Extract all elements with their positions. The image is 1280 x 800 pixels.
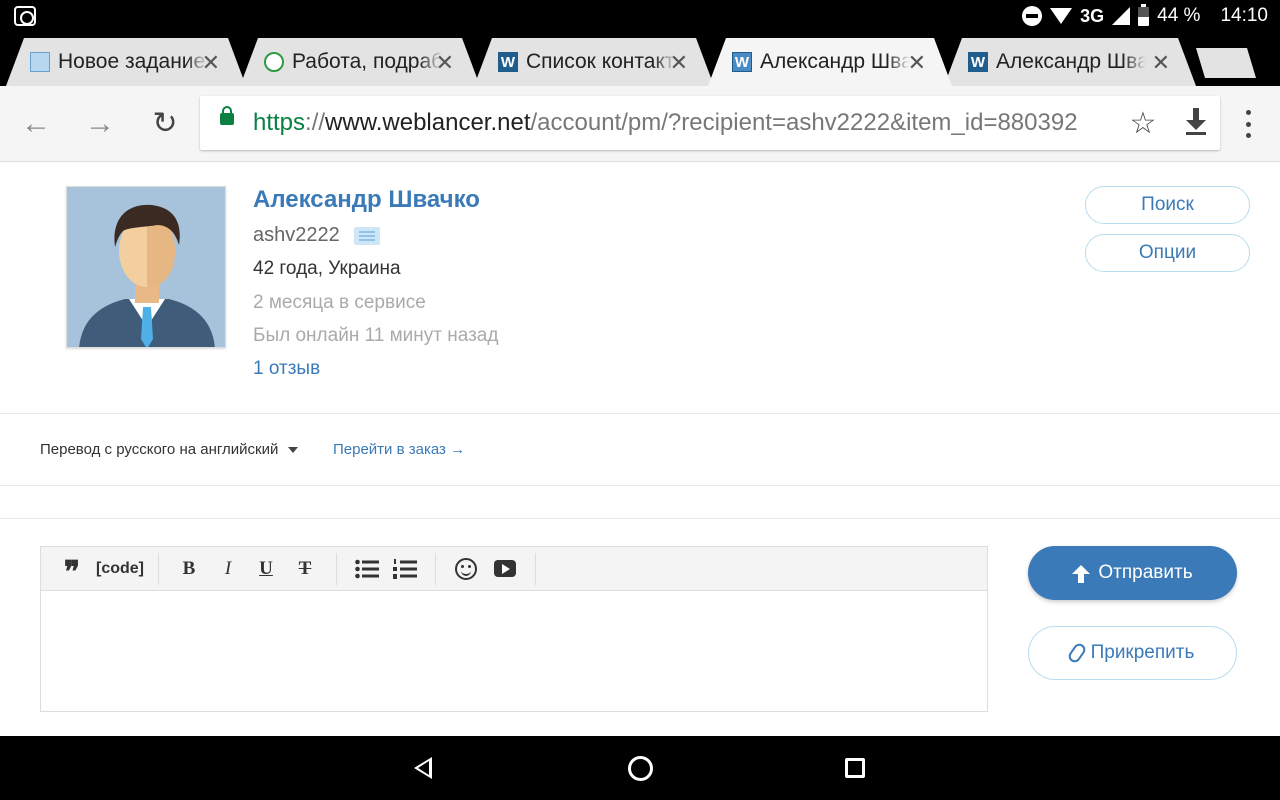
underline-button[interactable]: U xyxy=(256,555,276,583)
page-content: Александр Швачко ashv2222 42 года, Украи… xyxy=(0,162,1280,736)
battery-icon xyxy=(1138,3,1150,26)
recents-square-icon[interactable] xyxy=(845,758,865,778)
tab-strip: Новое задание ✕ Работа, подраб ✕ W Списо… xyxy=(0,32,1280,86)
bullet-list-icon[interactable] xyxy=(355,559,379,579)
attach-button[interactable]: Прикрепить xyxy=(1028,626,1237,680)
quote-icon[interactable]: ❞ xyxy=(61,555,83,589)
battery-percent: 44 % xyxy=(1157,5,1201,26)
system-nav-bar xyxy=(0,736,1280,800)
bookmark-star-icon[interactable]: ☆ xyxy=(1123,104,1163,144)
video-icon[interactable] xyxy=(494,560,516,577)
lock-icon xyxy=(220,106,234,125)
tab-profile-2[interactable]: W Александр Шва ✕ xyxy=(944,38,1196,86)
service-time: 2 месяца в сервисе xyxy=(253,292,426,313)
download-icon[interactable] xyxy=(1186,108,1206,136)
tab-title: Новое задание xyxy=(58,50,206,73)
upload-arrow-icon xyxy=(1072,564,1091,583)
avatar xyxy=(66,186,226,348)
message-editor: ❞ [code] B I U T xyxy=(40,546,988,712)
menu-icon[interactable] xyxy=(1246,110,1252,138)
address-bar[interactable]: https://www.weblancer.net/account/pm/?re… xyxy=(200,96,1220,150)
url-separator: :// xyxy=(305,109,326,136)
back-triangle-icon[interactable] xyxy=(414,757,432,779)
tab-work[interactable]: Работа, подраб ✕ xyxy=(240,38,480,86)
do-not-disturb-icon xyxy=(1022,6,1043,26)
tab-new-task[interactable]: Новое задание ✕ xyxy=(6,38,246,86)
new-tab-button[interactable] xyxy=(1196,48,1256,78)
search-button[interactable]: Поиск xyxy=(1085,186,1250,224)
weblancer-favicon-icon: W xyxy=(732,52,752,72)
tab-title: Список контакт xyxy=(526,50,675,73)
close-icon[interactable]: ✕ xyxy=(908,50,926,76)
divider xyxy=(0,413,1280,414)
status-indicators: 3G 44 % 14:10 xyxy=(1022,0,1268,32)
send-button[interactable]: Отправить xyxy=(1028,546,1237,600)
goto-order-link[interactable]: Перейти в заказ → xyxy=(333,441,465,458)
reviews-link[interactable]: 1 отзыв xyxy=(253,358,320,380)
emoji-icon[interactable] xyxy=(455,558,477,580)
url-scheme: https xyxy=(253,109,306,136)
close-icon[interactable]: ✕ xyxy=(436,50,454,76)
tab-contacts[interactable]: W Список контакт ✕ xyxy=(474,38,714,86)
reload-icon[interactable]: ↻ xyxy=(145,104,185,144)
profile-login: ashv2222 xyxy=(253,224,380,247)
weblancer-favicon-icon: W xyxy=(498,52,518,72)
app-notification-icon xyxy=(14,6,36,26)
divider xyxy=(0,485,1280,486)
signal-icon xyxy=(1112,7,1131,25)
back-icon[interactable]: ← xyxy=(16,104,56,144)
browser-toolbar: ← → ↻ https://www.weblancer.net/account/… xyxy=(0,86,1280,162)
options-button[interactable]: Опции xyxy=(1085,234,1250,272)
tab-profile-active[interactable]: W Александр Шва ✕ xyxy=(708,38,952,86)
attach-label: Прикрепить xyxy=(1090,642,1195,663)
message-textarea[interactable] xyxy=(41,591,987,711)
url-host: www.weblancer.net xyxy=(325,109,531,136)
editor-toolbar: ❞ [code] B I U T xyxy=(41,547,987,591)
network-type: 3G xyxy=(1080,5,1105,26)
status-bar: 3G 44 % 14:10 xyxy=(0,0,1280,32)
user-avatar-illustration xyxy=(67,187,225,347)
tab-title: Работа, подраб xyxy=(292,50,442,73)
divider xyxy=(0,518,1280,519)
send-label: Отправить xyxy=(1098,562,1193,583)
login-text: ashv2222 xyxy=(253,224,340,246)
home-circle-icon[interactable] xyxy=(628,756,653,781)
age-country: 42 года, Украина xyxy=(253,258,401,279)
tab-title: Александр Шва xyxy=(996,50,1146,73)
clock: 14:10 xyxy=(1220,5,1268,26)
close-icon[interactable]: ✕ xyxy=(1152,50,1170,76)
order-title-text: Перевод с русского на английский xyxy=(40,441,279,458)
url-path: /account/pm/?recipient=ashv2222&item_id=… xyxy=(530,109,1078,136)
forward-icon[interactable]: → xyxy=(80,104,120,144)
green-face-favicon-icon xyxy=(264,52,284,72)
weblancer-favicon-icon: W xyxy=(968,52,988,72)
paperclip-icon xyxy=(1065,641,1088,665)
bold-button[interactable]: B xyxy=(179,555,199,583)
strikethrough-button[interactable]: T xyxy=(295,555,315,583)
italic-button[interactable]: I xyxy=(218,555,238,583)
close-icon[interactable]: ✕ xyxy=(670,50,688,76)
order-title-dropdown[interactable]: Перевод с русского на английский xyxy=(40,441,299,458)
image-favicon-icon xyxy=(30,52,50,72)
code-button[interactable]: [code] xyxy=(95,555,145,583)
numbered-list-icon[interactable] xyxy=(393,559,417,579)
wifi-icon xyxy=(1050,8,1073,24)
tab-title: Александр Шва xyxy=(760,50,910,73)
close-icon[interactable]: ✕ xyxy=(202,50,220,76)
profile-card-icon[interactable] xyxy=(353,226,380,245)
profile-name-link[interactable]: Александр Швачко xyxy=(253,186,480,214)
url-text[interactable]: https://www.weblancer.net/account/pm/?re… xyxy=(253,109,1078,137)
last-online: Был онлайн 11 минут назад xyxy=(253,325,499,346)
chevron-down-icon xyxy=(288,446,299,453)
